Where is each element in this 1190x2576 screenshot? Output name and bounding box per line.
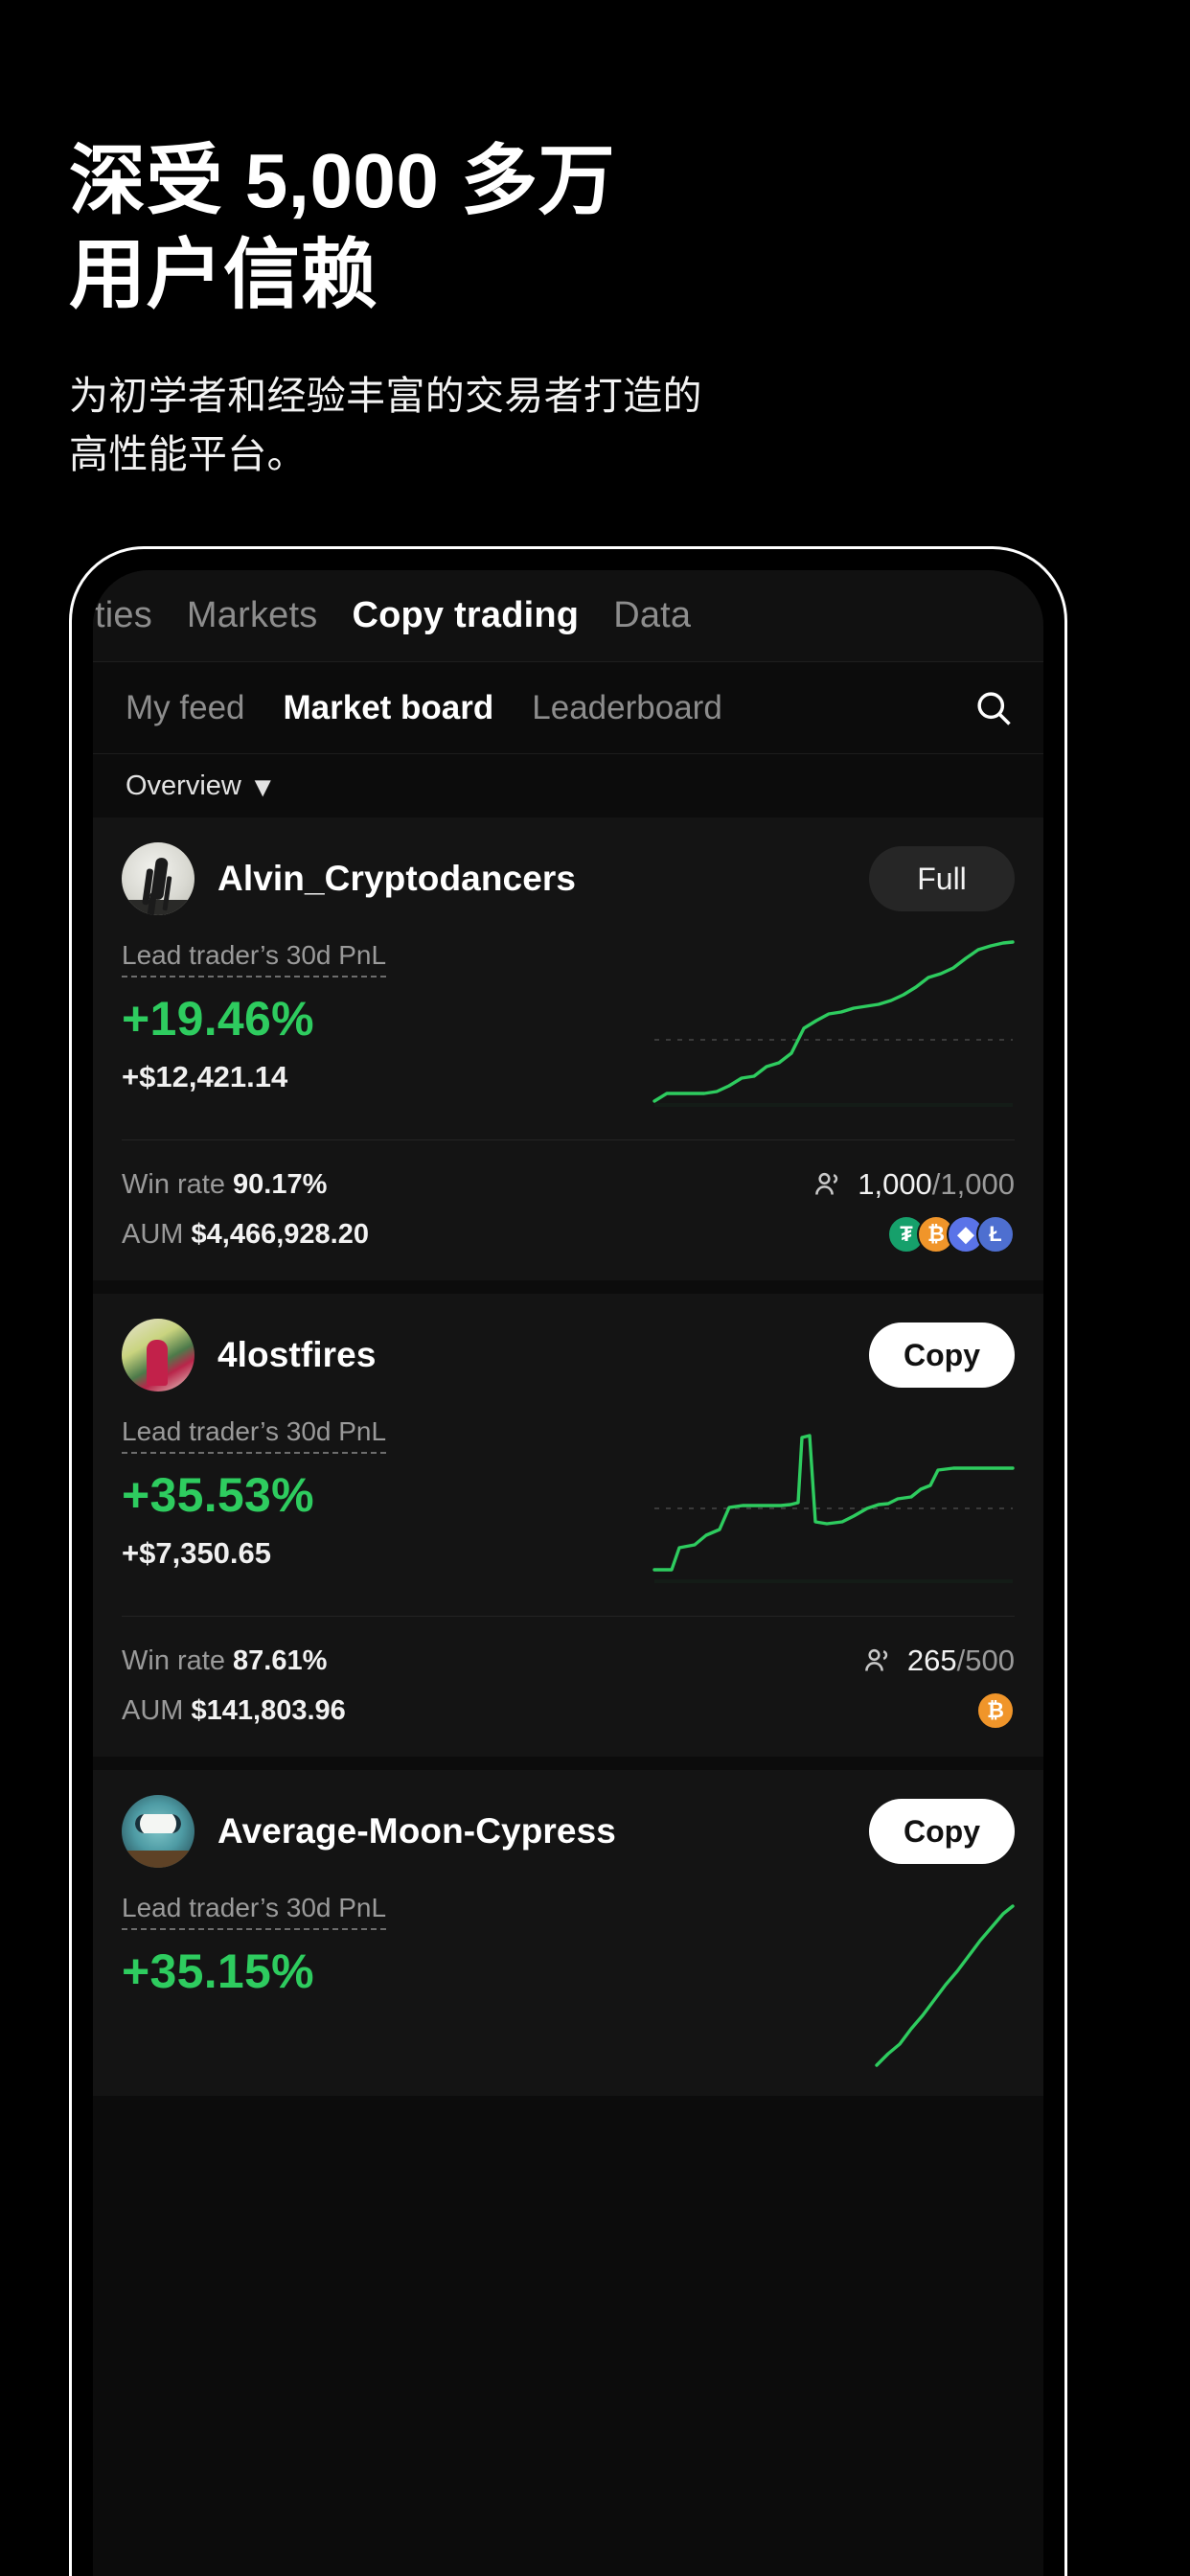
pnl-label: Lead trader’s 30d PnL (122, 1416, 387, 1454)
trader-name: Alvin_Cryptodancers (217, 859, 577, 898)
win-rate-value: 87.61% (233, 1644, 328, 1676)
followers-current: 265 (906, 1644, 957, 1677)
followers-capacity: 1,000 (940, 1167, 1015, 1201)
aum-text: AUM (122, 1694, 184, 1726)
hero-section: 深受 5,000 多万 用户信赖 为初学者和经验丰富的交易者打造的 高性能平台。 (69, 134, 1123, 484)
trader-name: Average-Moon-Cypress (217, 1811, 616, 1851)
chevron-down-icon: ▼ (248, 771, 277, 803)
win-rate-label: Win rate 87.61% (122, 1645, 327, 1677)
copy-button[interactable]: Copy (869, 1322, 1015, 1388)
page-title: 深受 5,000 多万 用户信赖 (69, 138, 616, 317)
aum-row: AUM $4,466,928.20 ₮ ₿ ◆ Ł (122, 1209, 1015, 1259)
pnl-sparkline-chart (637, 1885, 1020, 2067)
followers-group: 1,000/1,000 (812, 1167, 1015, 1202)
trader-performance: Lead trader’s 30d PnL +35.53% +$7,350.65 (122, 1416, 1015, 1598)
followers-count: 1,000/1,000 (858, 1167, 1015, 1201)
tab-markets[interactable]: Markets (187, 595, 318, 636)
win-rate-text: Win rate (122, 1644, 225, 1676)
avatar (122, 1319, 195, 1392)
ltc-icon: Ł (976, 1215, 1015, 1254)
trader-header: Average-Moon-Cypress Copy (122, 1795, 1015, 1868)
search-icon[interactable] (973, 687, 1015, 729)
app-screen: nities Markets Copy trading Data My feed… (93, 570, 1043, 2576)
tab-communities[interactable]: nities (93, 595, 152, 636)
trader-performance: Lead trader’s 30d PnL +19.46% +$12,421.1… (122, 940, 1015, 1122)
pnl-label: Lead trader’s 30d PnL (122, 940, 387, 978)
people-icon (865, 1648, 888, 1671)
followers-capacity: 500 (965, 1644, 1015, 1677)
pnl-label: Lead trader’s 30d PnL (122, 1893, 387, 1930)
win-rate-text: Win rate (122, 1168, 225, 1200)
tab-data[interactable]: Data (613, 595, 691, 636)
hero-subtitle: 为初学者和经验丰富的交易者打造的 高性能平台。 (69, 374, 702, 476)
tab-my-feed[interactable]: My feed (126, 689, 245, 727)
overview-label: Overview (126, 770, 241, 801)
aum-label: AUM $141,803.96 (122, 1695, 346, 1727)
people-icon (815, 1172, 838, 1195)
aum-value: $4,466,928.20 (191, 1218, 369, 1250)
followers-current: 1,000 (858, 1167, 932, 1201)
trader-header: 4lostfires Copy (122, 1319, 1015, 1392)
overview-filter[interactable]: Overview ▼ (93, 754, 1043, 817)
trader-stats: Win rate 90.17% 1,000/1,000 AUM $4,466,9… (122, 1160, 1015, 1259)
trader-name: 4lostfires (217, 1335, 377, 1374)
full-button[interactable]: Full (869, 846, 1015, 911)
avatar (122, 1795, 195, 1868)
tab-leaderboard[interactable]: Leaderboard (532, 689, 722, 727)
pnl-sparkline-chart (637, 932, 1020, 1115)
btc-icon: ₿ (976, 1691, 1015, 1730)
aum-text: AUM (122, 1218, 184, 1250)
phone-mockup: nities Markets Copy trading Data My feed… (69, 546, 1067, 2576)
aum-label: AUM $4,466,928.20 (122, 1219, 369, 1251)
pnl-sparkline-chart (637, 1409, 1020, 1591)
trader-card[interactable]: Average-Moon-Cypress Copy Lead trader’s … (93, 1770, 1043, 2096)
primary-tab-bar: nities Markets Copy trading Data (93, 570, 1043, 662)
followers-group: 265/500 (861, 1644, 1015, 1678)
card-divider (122, 1616, 1015, 1617)
tab-market-board[interactable]: Market board (284, 689, 494, 727)
secondary-tab-bar: My feed Market board Leaderboard (93, 662, 1043, 754)
card-divider (122, 1139, 1015, 1140)
win-rate-row: Win rate 87.61% 265/500 (122, 1636, 1015, 1686)
coin-badge-list: ₿ (976, 1691, 1015, 1730)
win-rate-label: Win rate 90.17% (122, 1169, 327, 1201)
aum-value: $141,803.96 (191, 1694, 346, 1726)
trader-stats: Win rate 87.61% 265/500 AUM $141,803.96 … (122, 1636, 1015, 1736)
coin-badge-list: ₮ ₿ ◆ Ł (887, 1215, 1015, 1254)
followers-count: 265/500 (906, 1644, 1015, 1677)
tab-copy-trading[interactable]: Copy trading (352, 595, 579, 636)
trader-card[interactable]: Alvin_Cryptodancers Full Lead trader’s 3… (93, 817, 1043, 1280)
win-rate-row: Win rate 90.17% 1,000/1,000 (122, 1160, 1015, 1209)
trader-card[interactable]: 4lostfires Copy Lead trader’s 30d PnL +3… (93, 1294, 1043, 1757)
copy-button[interactable]: Copy (869, 1799, 1015, 1864)
trader-performance: Lead trader’s 30d PnL +35.15% (122, 1893, 1015, 2075)
aum-row: AUM $141,803.96 ₿ (122, 1686, 1015, 1736)
win-rate-value: 90.17% (233, 1168, 328, 1200)
trader-header: Alvin_Cryptodancers Full (122, 842, 1015, 915)
avatar (122, 842, 195, 915)
promo-page: 深受 5,000 多万 用户信赖 为初学者和经验丰富的交易者打造的 高性能平台。… (0, 0, 1190, 2576)
